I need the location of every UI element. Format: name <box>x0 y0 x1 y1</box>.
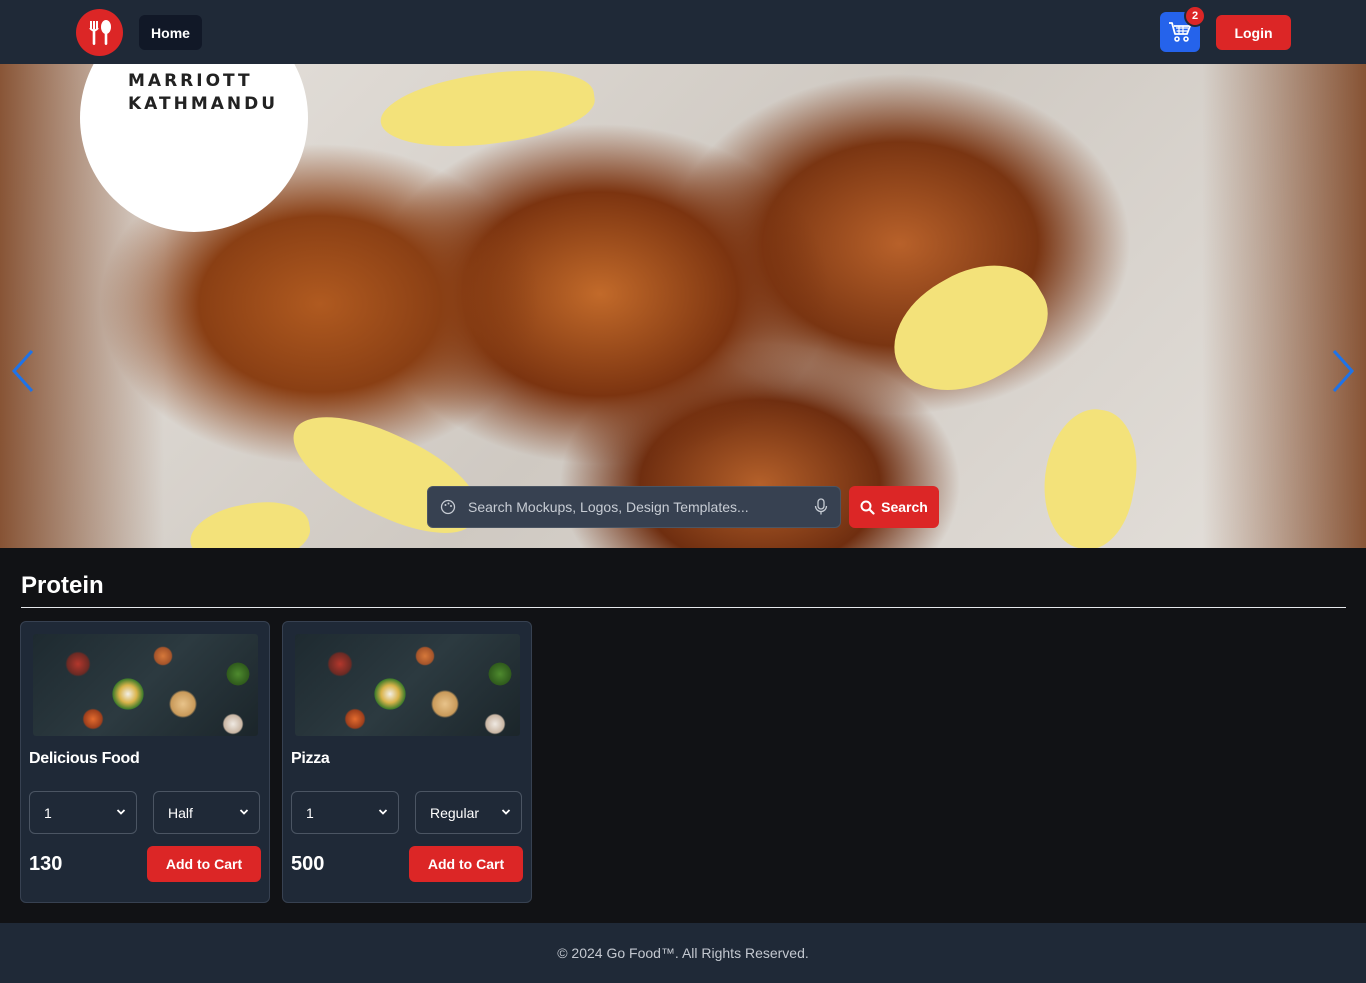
size-value: Regular <box>430 804 480 821</box>
lemon-wedge <box>376 64 599 159</box>
mic-icon[interactable] <box>813 498 829 516</box>
food-name: Pizza <box>291 750 330 767</box>
brand-logo-text: MARRIOTT KATHMANDU <box>128 71 279 114</box>
chevron-down-icon <box>239 809 249 815</box>
add-to-cart-button[interactable]: Add to Cart <box>147 846 261 882</box>
food-image <box>295 634 520 736</box>
quantity-value: 1 <box>306 804 314 821</box>
home-link[interactable]: Home <box>139 15 202 50</box>
search-box <box>427 486 841 528</box>
size-select[interactable]: Half <box>153 791 260 834</box>
add-to-cart-button[interactable]: Add to Cart <box>409 846 523 882</box>
category-title: Protein <box>21 572 104 599</box>
chevron-left-icon <box>11 349 34 393</box>
chevron-right-icon <box>1332 349 1355 393</box>
navbar: Home 2 Login <box>0 0 1366 64</box>
footer-copyright: © 2024 Go Food™. All Rights Reserved. <box>557 945 809 961</box>
carousel-next-button[interactable] <box>1328 349 1358 393</box>
search-button-label: Search <box>881 499 928 515</box>
chevron-down-icon <box>116 809 126 815</box>
footer: © 2024 Go Food™. All Rights Reserved. <box>0 923 1366 983</box>
size-value: Half <box>168 804 193 821</box>
food-card: Pizza 1 Regular 500 Add to Cart <box>282 621 532 903</box>
hero-carousel: MARRIOTT KATHMANDU <box>0 64 1366 548</box>
login-button[interactable]: Login <box>1216 15 1291 50</box>
search-button[interactable]: Search <box>849 486 939 528</box>
quantity-select[interactable]: 1 <box>29 791 137 834</box>
chevron-down-icon <box>501 809 511 815</box>
logo[interactable] <box>76 9 123 56</box>
palette-icon <box>440 499 456 515</box>
cart-count-badge: 2 <box>1184 5 1206 27</box>
lemon-wedge <box>873 241 1067 417</box>
food-card: Delicious Food 1 Half 130 Add to Cart <box>20 621 270 903</box>
food-image <box>33 634 258 736</box>
food-price: 500 <box>291 853 325 875</box>
chevron-down-icon <box>378 809 388 815</box>
carousel-prev-button[interactable] <box>8 349 38 393</box>
size-select[interactable]: Regular <box>415 791 522 834</box>
quantity-value: 1 <box>44 804 52 821</box>
lemon-wedge <box>185 494 315 548</box>
search-input[interactable] <box>468 487 798 527</box>
lemon-wedge <box>1033 402 1147 548</box>
search-icon <box>860 500 875 515</box>
food-price: 130 <box>29 853 63 875</box>
quantity-select[interactable]: 1 <box>291 791 399 834</box>
fork-knife-icon <box>88 19 111 45</box>
food-name: Delicious Food <box>29 750 140 767</box>
category-divider <box>21 607 1346 608</box>
